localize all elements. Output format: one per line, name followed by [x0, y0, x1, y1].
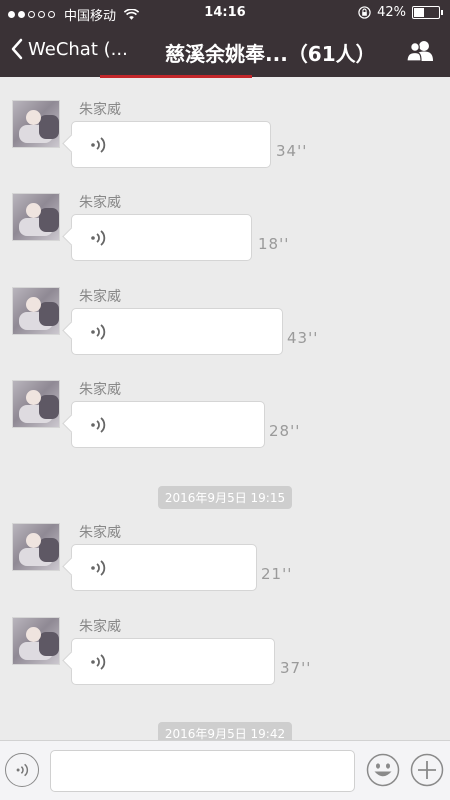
avatar[interactable] [12, 193, 60, 241]
voice-duration: 34'' [276, 142, 308, 160]
battery-fill [414, 8, 424, 17]
time-divider-label: 2016年9月5日 19:15 [157, 486, 293, 509]
message-item: 朱家威 18'' [0, 193, 450, 273]
battery-icon [412, 6, 443, 19]
message-item: 朱家威 21'' [0, 523, 450, 603]
time-divider: 2016年9月5日 19:15 [0, 486, 450, 509]
voice-bubble[interactable] [71, 401, 265, 448]
status-bar: 中国移动 14:16 42% [0, 0, 450, 26]
sender-name: 朱家威 [79, 289, 121, 305]
voice-wave-icon [91, 137, 106, 153]
plus-icon[interactable] [410, 753, 444, 787]
status-right: 42% [358, 5, 443, 20]
message-item: 朱家威 34'' [0, 100, 450, 180]
voice-wave-icon [91, 654, 106, 670]
voice-wave-icon [91, 417, 106, 433]
message-item: 朱家威 37'' [0, 617, 450, 697]
back-button[interactable]: WeChat (... [10, 38, 128, 60]
time-divider: 2016年9月5日 19:42 [0, 722, 450, 740]
navigation-bar: WeChat (... 慈溪余姚奉...（61人） [0, 26, 450, 77]
voice-wave-icon [91, 560, 106, 576]
sender-name: 朱家威 [79, 525, 121, 541]
chevron-left-icon [11, 38, 23, 60]
voice-wave-icon [91, 230, 106, 246]
voice-duration: 37'' [280, 659, 312, 677]
orientation-lock-icon [358, 6, 371, 19]
sender-name: 朱家威 [79, 382, 121, 398]
sender-name: 朱家威 [79, 619, 121, 635]
members-icon[interactable] [406, 40, 436, 62]
input-bar [0, 740, 450, 800]
header: 中国移动 14:16 42% WeChat (... 慈溪余姚奉...（61人） [0, 0, 450, 78]
voice-bubble[interactable] [71, 214, 252, 261]
emoji-icon[interactable] [366, 753, 400, 787]
voice-wave-icon [91, 324, 106, 340]
time-divider-label: 2016年9月5日 19:42 [157, 722, 293, 740]
voice-bubble[interactable] [71, 121, 271, 168]
voice-duration: 18'' [258, 235, 290, 253]
chat-title: 慈溪余姚奉...（61人） [165, 42, 376, 66]
voice-toggle-icon [16, 763, 29, 777]
avatar[interactable] [12, 100, 60, 148]
voice-duration: 21'' [261, 565, 293, 583]
back-label: WeChat (... [28, 38, 128, 60]
sender-name: 朱家威 [79, 195, 121, 211]
sender-name: 朱家威 [79, 102, 121, 118]
battery-percent: 42% [377, 5, 406, 20]
avatar[interactable] [12, 523, 60, 571]
chat-area[interactable]: 朱家威 34'' 朱家威 18'' 朱家威 43'' 朱家威 28'' 2016… [0, 77, 450, 740]
message-input[interactable] [50, 750, 355, 792]
battery-tip [441, 10, 443, 15]
voice-bubble[interactable] [71, 638, 275, 685]
avatar[interactable] [12, 380, 60, 428]
voice-bubble[interactable] [71, 308, 283, 355]
avatar[interactable] [12, 287, 60, 335]
message-item: 朱家威 28'' [0, 380, 450, 460]
voice-toggle-button[interactable] [5, 753, 39, 787]
voice-bubble[interactable] [71, 544, 257, 591]
voice-duration: 28'' [269, 422, 301, 440]
voice-duration: 43'' [287, 329, 319, 347]
avatar[interactable] [12, 617, 60, 665]
message-item: 朱家威 43'' [0, 287, 450, 367]
